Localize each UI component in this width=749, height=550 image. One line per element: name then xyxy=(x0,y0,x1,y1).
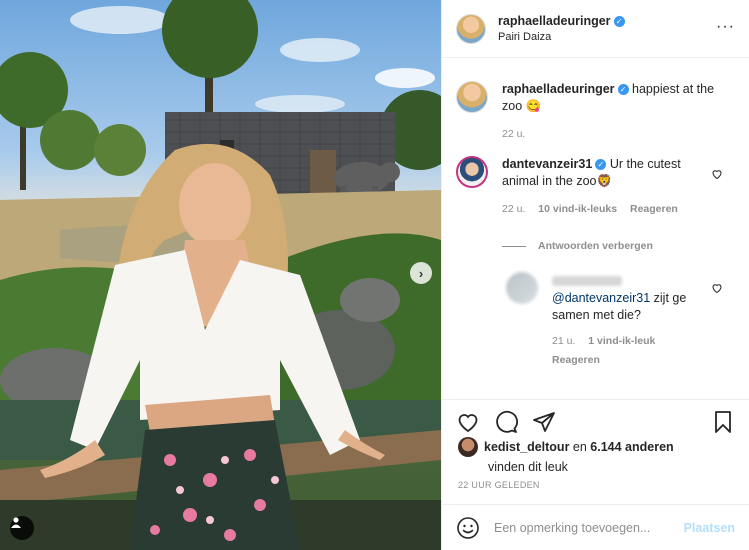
chevron-right-icon: › xyxy=(418,265,424,281)
comments-section: raphaelladeuringer ✓ happiest at the zoo … xyxy=(442,59,749,399)
hide-replies-toggle[interactable]: Antwoorden verbergen xyxy=(502,240,735,252)
comment-reply-button[interactable]: Reageren xyxy=(630,203,678,215)
like-reply-heart-icon[interactable] xyxy=(711,282,723,294)
save-bookmark-icon[interactable] xyxy=(711,410,735,434)
blurred-username xyxy=(552,275,622,286)
more-options-button[interactable]: ··· xyxy=(716,18,735,36)
reply-likes-count[interactable]: 1 vind-ik-leuk xyxy=(588,335,655,347)
post-comment-button[interactable]: Plaatsen xyxy=(684,521,735,535)
emoji-smiley-icon[interactable] xyxy=(456,516,480,540)
reply-reply-button[interactable]: Reageren xyxy=(552,354,600,366)
others-likes-link[interactable]: 6.144 anderen xyxy=(590,440,673,454)
verified-badge-icon: ✓ xyxy=(617,84,629,96)
author-avatar[interactable] xyxy=(456,13,486,44)
verified-badge-icon: ✓ xyxy=(595,159,607,171)
author-username[interactable]: raphaelladeuringer xyxy=(498,14,611,28)
comment-input[interactable] xyxy=(494,520,684,535)
post-header: raphaelladeuringer ✓ Pairi Daiza ··· xyxy=(442,0,749,58)
commenter-avatar[interactable] xyxy=(456,156,488,188)
verified-badge-icon: ✓ xyxy=(613,16,625,28)
reply-avatar-blurred[interactable] xyxy=(506,272,538,304)
comment-time[interactable]: 22 u. xyxy=(502,203,525,215)
likes-connector: en xyxy=(569,440,591,454)
carousel-next-button[interactable]: › xyxy=(410,262,432,284)
share-paper-plane-icon[interactable] xyxy=(532,410,556,434)
comment-item: dantevanzeir31 ✓ Ur the cutest animal in … xyxy=(456,156,735,218)
caption: raphaelladeuringer ✓ happiest at the zoo … xyxy=(456,81,735,143)
post-location[interactable]: Pairi Daiza xyxy=(498,31,625,43)
caption-time[interactable]: 22 u. xyxy=(502,128,525,140)
post-timestamp[interactable]: 22 UUR GELEDEN xyxy=(458,480,540,490)
reply-item: @dantevanzeir31 zijt ge samen met die? 2… xyxy=(506,272,735,369)
caption-author-avatar[interactable] xyxy=(456,81,488,113)
tagged-users-button[interactable] xyxy=(10,516,34,540)
reply-time[interactable]: 21 u. xyxy=(552,335,575,347)
comment-likes-count[interactable]: 10 vind-ik-leuks xyxy=(538,203,617,215)
like-heart-icon[interactable] xyxy=(456,410,480,434)
commenter-username[interactable]: dantevanzeir31 xyxy=(502,157,592,171)
photo-illustration xyxy=(0,0,441,550)
caption-username[interactable]: raphaelladeuringer xyxy=(502,82,615,96)
comment-bubble-icon[interactable] xyxy=(494,410,518,434)
hide-replies-label: Antwoorden verbergen xyxy=(538,240,653,252)
likes-summary: kedist_deltour en 6.144 anderen vinden d… xyxy=(458,437,735,474)
liker-avatar[interactable] xyxy=(458,437,478,457)
reply-mention-link[interactable]: @dantevanzeir31 xyxy=(552,291,650,305)
user-icon xyxy=(11,517,21,528)
post-side-panel: raphaelladeuringer ✓ Pairi Daiza ··· raph… xyxy=(441,0,749,550)
divider-line xyxy=(502,245,526,247)
liker-username[interactable]: kedist_deltour xyxy=(484,440,569,454)
like-comment-heart-icon[interactable] xyxy=(711,168,723,180)
post-photo[interactable]: › xyxy=(0,0,441,550)
likes-suffix: vinden dit leuk xyxy=(488,460,568,474)
add-comment-bar: Plaatsen xyxy=(442,504,749,550)
